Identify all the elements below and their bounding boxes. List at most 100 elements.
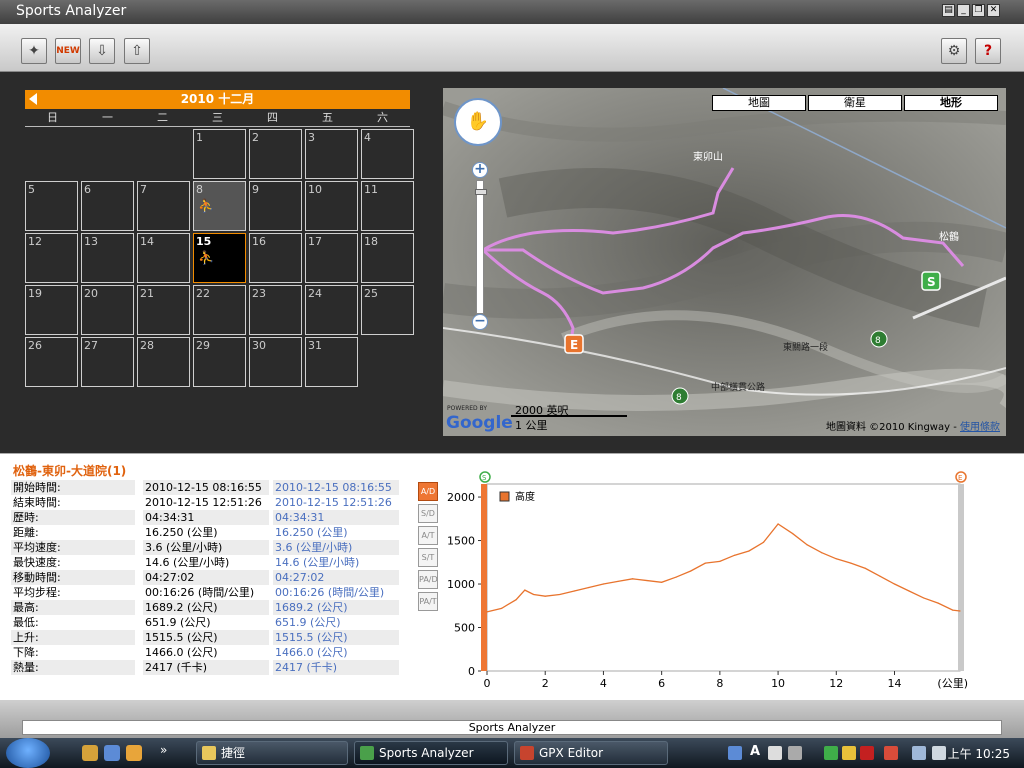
calendar-day[interactable]: 29	[193, 337, 246, 387]
map-view[interactable]: 東卯山 松鶴 東關路一段 中部橫貫公路 S E 8 8 地圖 衛星 地形 ✋ + −…	[443, 88, 1006, 436]
calendar-day-number: 8	[196, 183, 203, 196]
chart-mode-button[interactable]: PA/T	[418, 592, 438, 611]
elevation-point	[573, 590, 575, 592]
volume-icon[interactable]	[932, 746, 946, 760]
activity-icon[interactable]: ⛹	[198, 199, 214, 214]
calendar-day-number: 19	[28, 287, 42, 300]
calendar-day[interactable]: 13	[81, 233, 134, 283]
calendar-day[interactable]: 23	[249, 285, 302, 335]
tray-icon-2[interactable]	[768, 746, 782, 760]
calendar-day[interactable]: 21	[137, 285, 190, 335]
import-button[interactable]: ⇩	[89, 38, 115, 64]
zoom-slider-handle[interactable]	[475, 189, 487, 195]
chart-mode-button[interactable]: PA/D	[418, 570, 438, 589]
quicklaunch-icon-3[interactable]	[126, 745, 142, 761]
calendar-day[interactable]: 3	[305, 129, 358, 179]
start-button[interactable]	[6, 738, 50, 768]
network-icon[interactable]	[912, 746, 926, 760]
maximize-icon[interactable]: ❐	[972, 4, 985, 17]
open-button[interactable]: ✦	[21, 38, 47, 64]
calendar-day[interactable]: 4	[361, 129, 414, 179]
calendar-day[interactable]: 28	[137, 337, 190, 387]
calendar-day[interactable]: 10	[305, 181, 358, 231]
elevation-point	[864, 567, 866, 569]
elevation-point	[602, 583, 605, 585]
calendar-day[interactable]: 24	[305, 285, 358, 335]
close-icon[interactable]: ✕	[987, 4, 1000, 17]
calendar-day[interactable]: 27	[81, 337, 134, 387]
calendar-day[interactable]: 9	[249, 181, 302, 231]
tray-icon-3[interactable]	[788, 746, 802, 760]
chart-mode-button[interactable]: A/T	[418, 526, 438, 545]
stat-label: 移動時間:	[11, 570, 135, 585]
minimize-icon[interactable]: _	[957, 4, 970, 17]
chart-mode-button[interactable]: A/D	[418, 482, 438, 501]
calendar-day-number: 27	[84, 339, 98, 352]
chart-mode-button[interactable]: S/T	[418, 548, 438, 567]
calendar-day[interactable]: 20	[81, 285, 134, 335]
calendar-day[interactable]: 12	[25, 233, 78, 283]
google-logo[interactable]: Google	[446, 413, 513, 433]
map-type-button[interactable]: 衛星	[808, 95, 902, 111]
prev-month-icon[interactable]	[29, 93, 37, 105]
quicklaunch-icon-1[interactable]	[82, 745, 98, 761]
calendar-day[interactable]: 18	[361, 233, 414, 283]
zoom-slider[interactable]	[475, 180, 487, 314]
calendar-day[interactable]: 17	[305, 233, 358, 283]
calendar-day[interactable]: 6	[81, 181, 134, 231]
activity-icon[interactable]: ⛹	[198, 251, 214, 266]
calendar-day[interactable]: 5	[25, 181, 78, 231]
quicklaunch-icon-2[interactable]	[104, 745, 120, 761]
calendar-day[interactable]: 14	[137, 233, 190, 283]
elevation-point	[690, 570, 692, 572]
calendar-day[interactable]: 2	[249, 129, 302, 179]
calendar-day[interactable]: 7	[137, 181, 190, 231]
calendar-day[interactable]: 15 ⛹	[193, 233, 246, 283]
language-icon[interactable]: A	[750, 744, 760, 759]
taskbar-item-sports-analyzer[interactable]: Sports Analyzer	[354, 741, 508, 765]
calendar-day[interactable]: 16	[249, 233, 302, 283]
tray-icon-1[interactable]	[728, 746, 742, 760]
new-button[interactable]: NEW	[55, 38, 81, 64]
calendar-day[interactable]: 26	[25, 337, 78, 387]
elevation-point	[486, 611, 488, 613]
tray-icon-5[interactable]	[842, 746, 856, 760]
taskbar-item-gpx-editor[interactable]: GPX Editor	[514, 741, 668, 765]
zoom-in-button[interactable]: +	[472, 162, 488, 178]
calendar-day[interactable]: 11	[361, 181, 414, 231]
settings-button[interactable]: ⚙	[941, 38, 967, 64]
menu-icon[interactable]: ▤	[942, 4, 955, 17]
calendar-day[interactable]: 8 ⛹	[193, 181, 246, 231]
tray-icon-4[interactable]	[824, 746, 838, 760]
ati-icon[interactable]	[860, 746, 874, 760]
x-tick-label: 6	[658, 677, 665, 690]
taskbar-item-shortcuts[interactable]: 捷徑	[196, 741, 348, 765]
calendar-day[interactable]: 1	[193, 129, 246, 179]
help-button[interactable]: ?	[975, 38, 1001, 64]
chevron-icon[interactable]: »	[160, 743, 167, 757]
chart-mode-button[interactable]: S/D	[418, 504, 438, 523]
export-button[interactable]: ⇧	[124, 38, 150, 64]
stat-value: 14.6 (公里/小時)	[145, 556, 230, 569]
elevation-point	[952, 609, 954, 611]
calendar-day[interactable]: 31	[305, 337, 358, 387]
pan-control[interactable]: ✋	[454, 98, 502, 146]
zoom-out-button[interactable]: −	[472, 314, 488, 330]
elevation-point	[704, 562, 706, 564]
calendar-day[interactable]: 30	[249, 337, 302, 387]
map-type-button[interactable]: 地圖	[712, 95, 806, 111]
peak-label: 東卯山	[693, 150, 723, 163]
calendar-day[interactable]: 22	[193, 285, 246, 335]
tray-icon-6[interactable]	[884, 746, 898, 760]
stat-value: 1466.0 (公尺)	[145, 646, 218, 659]
clock[interactable]: 上午 10:25	[948, 745, 1010, 762]
calendar-day-number: 15	[196, 235, 212, 248]
terms-link[interactable]: 使用條款	[960, 422, 1000, 433]
x-tick-label: 0	[484, 677, 491, 690]
y-tick-label: 1000	[447, 578, 475, 591]
calendar-day-number: 14	[140, 235, 154, 248]
calendar-day[interactable]: 19	[25, 285, 78, 335]
weekday-label: 三	[212, 111, 223, 124]
map-type-button[interactable]: 地形	[904, 95, 998, 111]
calendar-day[interactable]: 25	[361, 285, 414, 335]
